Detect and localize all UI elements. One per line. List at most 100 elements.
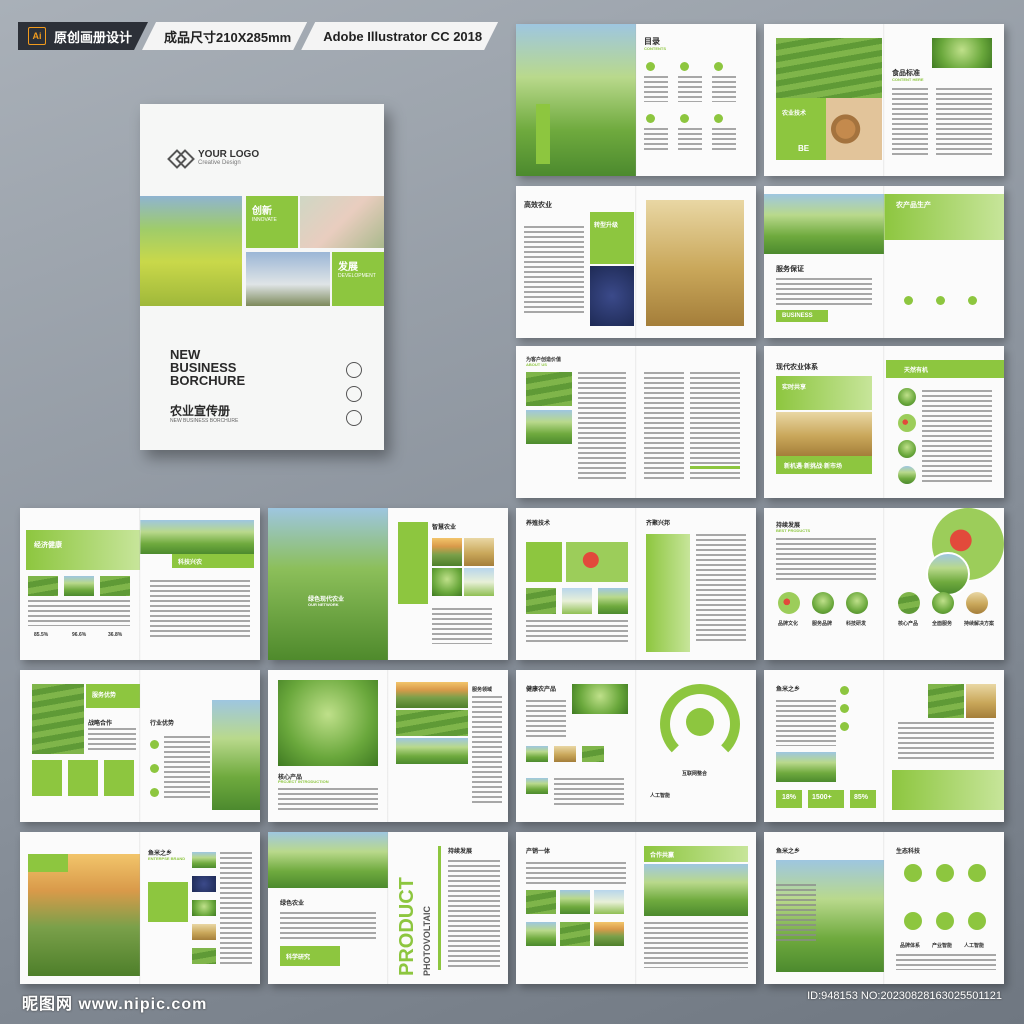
text-block	[432, 608, 492, 644]
healthy-thumb	[554, 746, 576, 762]
text-block	[578, 372, 626, 482]
fishrice2-thumb	[192, 876, 216, 892]
core-image	[396, 682, 468, 708]
contents-dot	[714, 62, 723, 71]
prosper-green-panel	[646, 534, 690, 652]
vertical-divider	[438, 846, 441, 970]
cover-icons	[346, 362, 362, 426]
field-circle	[926, 552, 970, 596]
stat-3: 85%	[854, 794, 869, 801]
stat-percent-3: 36.8%	[108, 632, 123, 638]
service-dot	[904, 296, 913, 305]
healthy-title: 健康农产品	[526, 687, 557, 693]
prodsales-image	[526, 922, 556, 946]
prodsales-title: 产销一体	[526, 849, 551, 855]
breeding-title: 养殖技术	[526, 521, 551, 527]
fishrice-dot	[840, 704, 849, 713]
text-block	[524, 226, 584, 316]
service-green-box	[104, 760, 134, 796]
avocado-image	[572, 684, 628, 714]
cover-title-line3: BORCHURE	[170, 373, 246, 388]
fishrice-image	[928, 684, 964, 718]
fishrice2-thumb	[192, 900, 216, 916]
smart-image	[432, 568, 462, 596]
text-block	[644, 128, 668, 152]
industry-title: 行业优势	[150, 721, 175, 727]
sustain-cap-1: 品牌文化	[778, 621, 799, 627]
text-block	[150, 580, 250, 640]
food-title-en: CONTENT HERE	[892, 77, 924, 82]
spread-modern-agriculture: 现代农业体系 实时共享 新机遇·新挑战·新市场 天然有机	[764, 346, 1004, 498]
text-block	[922, 390, 992, 484]
cover-tile-development: 发展 DEVELOPMENT	[332, 252, 384, 306]
sustain-cap-5: 全面服务	[932, 621, 953, 627]
brochure-cover: YOUR LOGO Creative Design 创新 INNOVATE 发展…	[140, 104, 384, 450]
enterprise-brand-label: ENTERPSE BRAND	[148, 856, 186, 861]
radish-image	[566, 542, 628, 582]
service-dot	[968, 296, 977, 305]
sunset-terrace-image	[28, 854, 140, 976]
spread-fish-rice-1: 鱼米之乡 18% 1500+ 85%	[764, 670, 1004, 822]
spread-production-sales: 产销一体 合作共赢	[516, 832, 756, 984]
text-block	[644, 76, 668, 102]
service-adv-title: 服务优势	[92, 693, 117, 699]
eco-cap-2: 产业智能	[932, 943, 953, 949]
product-circle	[898, 592, 920, 614]
banner-design-label: 原创画册设计	[54, 29, 133, 45]
cover-logo: YOUR LOGO Creative Design	[167, 149, 259, 169]
spread-contents: 目录 CONTENTS	[516, 24, 756, 176]
economic-image	[28, 576, 58, 596]
prodsales-image	[560, 890, 590, 914]
text-block	[526, 700, 566, 740]
eco-icon-circle	[936, 912, 954, 930]
internet-label: 互联网整合	[682, 771, 708, 777]
text-block	[278, 788, 378, 810]
modern-wheat-image	[776, 412, 872, 456]
fishrice-dot	[840, 686, 849, 695]
text-block	[712, 76, 736, 102]
organic-label: 天然有机	[904, 368, 929, 374]
text-block	[776, 884, 816, 944]
economic-title: 经济健康	[34, 542, 62, 549]
fishrice-image	[966, 684, 996, 718]
text-block	[776, 278, 872, 308]
tile-development-label: 发展	[338, 262, 358, 273]
cover-terrace-image	[140, 196, 242, 306]
smart-title: 智慧农业	[432, 525, 457, 531]
logo-diamond-icon	[167, 149, 195, 169]
seedling-hand-image	[278, 680, 378, 766]
healthy-thumb	[582, 746, 604, 762]
tree-image	[212, 700, 260, 810]
tile-innovate-label: 创新	[252, 206, 272, 217]
fishrice-green-footer	[892, 770, 1004, 810]
organic-thumb	[898, 466, 916, 484]
breeding-image	[562, 588, 592, 614]
smart-image	[464, 568, 494, 596]
prosper-title: 齐聚兴邦	[646, 521, 671, 527]
cover-seedling-image	[300, 196, 384, 248]
business-button-label: BUSINESS	[782, 313, 813, 319]
value-image-2	[526, 410, 572, 444]
spread-product-production: 农产品生产 服务保证 BUSINESS	[764, 186, 1004, 338]
efficient-title: 高效农业	[524, 202, 552, 209]
spread-create-value: 为客户创造价值 ABOUT US	[516, 346, 756, 498]
stat-2: 1500+	[812, 794, 832, 801]
cover-chinese-title: 农业宣传册	[170, 404, 231, 418]
fishrice-title: 鱼米之乡	[776, 687, 801, 693]
smart-image	[464, 538, 494, 566]
eco-cap-3: 人工智能	[964, 943, 985, 949]
product-circle	[812, 592, 834, 614]
text-block	[678, 128, 702, 152]
contents-dot	[680, 114, 689, 123]
fishrice-image	[776, 752, 836, 782]
food-badge: BE	[798, 144, 810, 153]
breeding-image	[526, 588, 556, 614]
economic-green-header	[26, 530, 140, 570]
fishrice2-thumb	[192, 948, 216, 964]
smart-green-strip	[398, 522, 428, 604]
production-title: 农产品生产	[896, 202, 931, 209]
food-panel-label: 农业技术	[782, 111, 807, 117]
mountain-field-image	[516, 24, 636, 176]
text-block	[712, 128, 736, 152]
service-field-title: 服务领域	[472, 687, 493, 693]
